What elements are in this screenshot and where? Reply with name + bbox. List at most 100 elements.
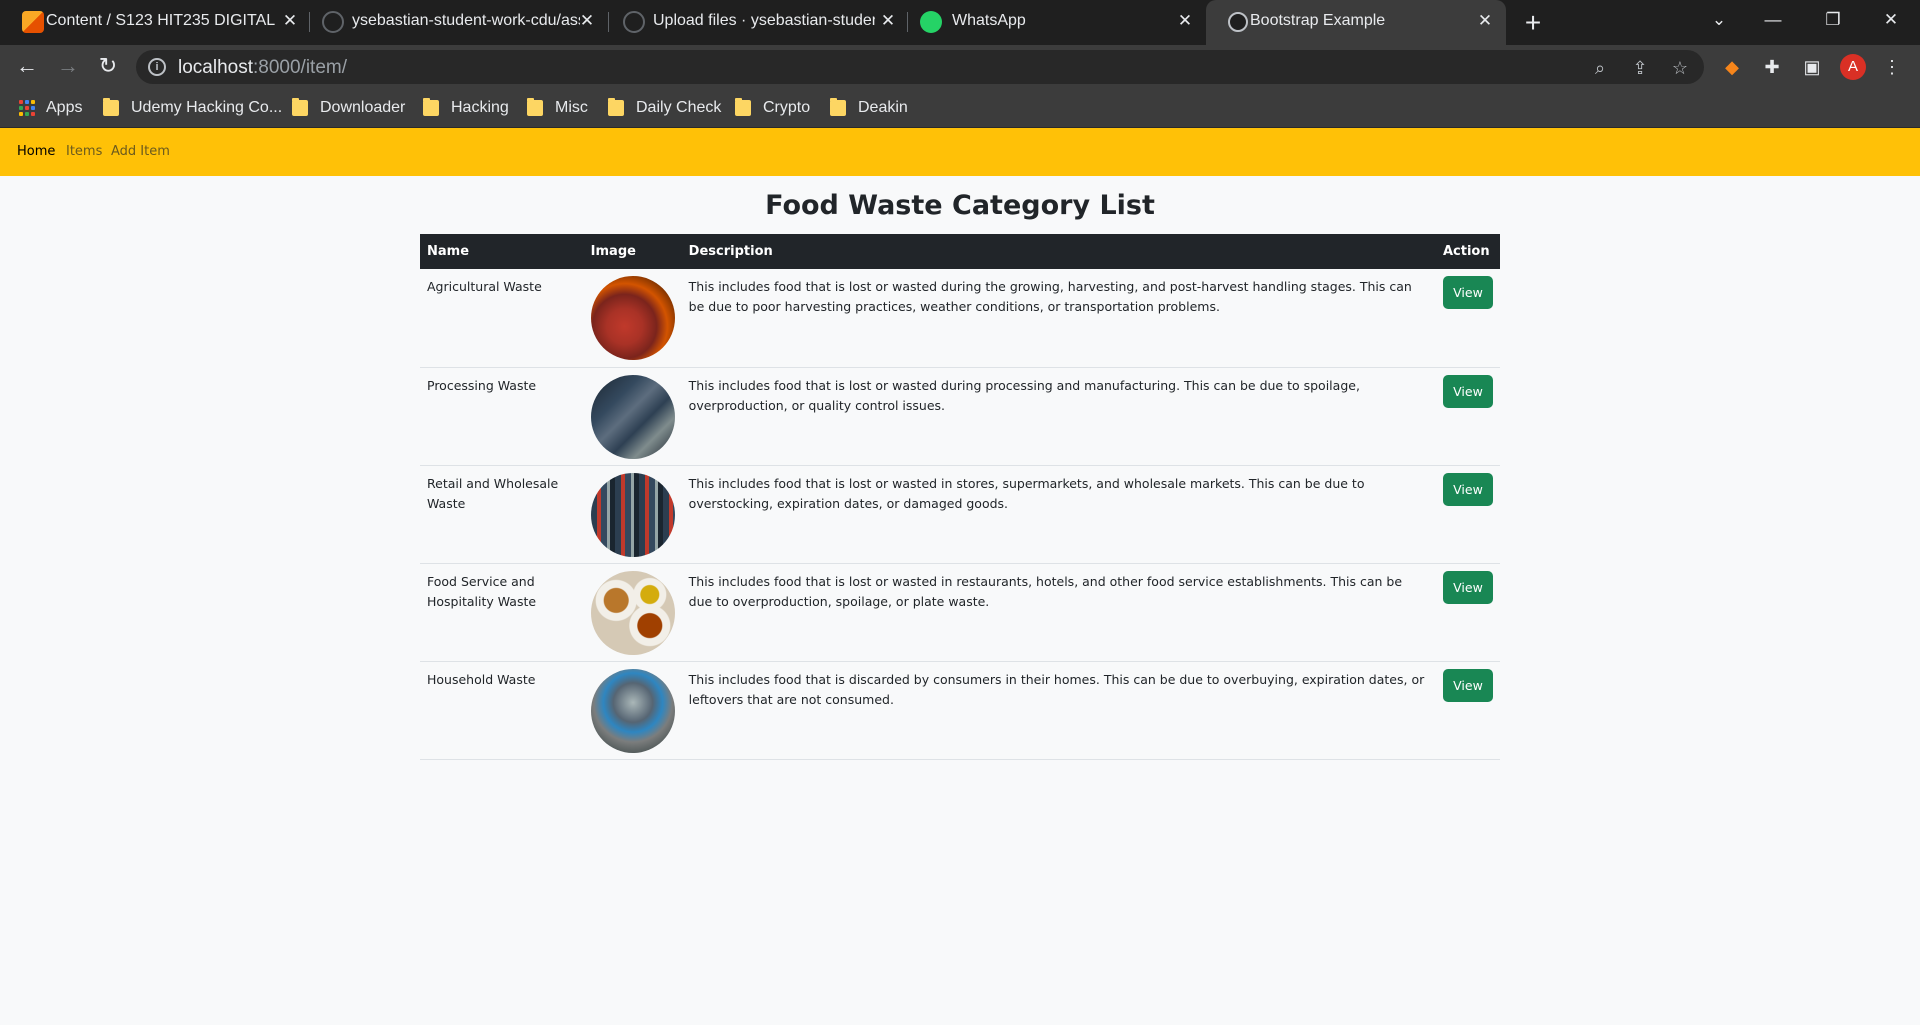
column-header-image: Image <box>583 234 682 269</box>
url-path: :8000/item/ <box>253 57 347 78</box>
row-description: This includes food that is lost or waste… <box>681 367 1436 466</box>
avatar[interactable]: A <box>1840 54 1866 80</box>
browser-tab[interactable]: Content / S123 HIT235 DIGITAL S ✕ <box>0 0 308 45</box>
tab-title: Bootstrap Example <box>1250 12 1386 29</box>
restore-button[interactable]: ❐ <box>1813 4 1853 36</box>
row-name: Food Service and Hospitality Waste <box>420 563 584 662</box>
new-tab-button[interactable]: + <box>1518 8 1548 38</box>
extensions-icon[interactable]: ✚ <box>1758 53 1786 81</box>
tab-title: Upload files · ysebastian-student <box>653 12 875 29</box>
url-host: localhost <box>178 57 253 78</box>
bookmark-apps[interactable]: Apps <box>19 95 82 121</box>
close-icon[interactable]: ✕ <box>1474 10 1496 32</box>
row-name: Retail and Wholesale Waste <box>420 465 584 564</box>
metamask-icon[interactable]: ◆ <box>1718 53 1746 81</box>
table-row: Agricultural Waste This includes food th… <box>420 269 1500 368</box>
view-button[interactable]: View <box>1442 374 1493 408</box>
close-icon[interactable]: ✕ <box>1174 10 1196 32</box>
address-bar[interactable]: i localhost:8000/item/ ⌕ ⇪ ☆ <box>136 50 1704 84</box>
folder-icon <box>735 98 751 116</box>
bookmarks-bar: Apps Udemy Hacking Co... Downloader Hack… <box>0 87 1920 128</box>
view-button[interactable]: View <box>1442 472 1493 506</box>
bookmark-folder[interactable]: Daily Check <box>608 95 721 121</box>
browser-toolbar: ← → ↻ i localhost:8000/item/ ⌕ ⇪ ☆ ◆ ✚ ▣… <box>0 45 1920 87</box>
star-icon[interactable]: ☆ <box>1668 56 1692 80</box>
folder-icon <box>830 98 846 116</box>
row-description: This includes food that is discarded by … <box>681 661 1436 760</box>
minimize-button[interactable]: — <box>1753 4 1793 36</box>
close-icon[interactable]: ✕ <box>576 10 598 32</box>
row-name: Agricultural Waste <box>420 269 584 368</box>
food-service-waste-photo <box>590 570 675 655</box>
retail-waste-photo <box>590 472 675 557</box>
d2l-icon <box>22 11 44 33</box>
view-button[interactable]: View <box>1442 668 1493 702</box>
tab-title: WhatsApp <box>952 12 1026 29</box>
browser-tab-strip: Content / S123 HIT235 DIGITAL S ✕ ysebas… <box>0 0 1920 45</box>
bookmark-label: Deakin <box>858 99 908 116</box>
side-panel-icon[interactable]: ▣ <box>1798 53 1826 81</box>
tab-title: ysebastian-student-work-cdu/ass <box>352 12 580 29</box>
share-icon[interactable]: ⇪ <box>1628 56 1652 80</box>
menu-icon[interactable]: ⋮ <box>1878 53 1906 81</box>
bookmark-folder[interactable]: Downloader <box>292 95 405 121</box>
bookmark-label: Hacking <box>451 99 509 116</box>
back-button[interactable]: ← <box>11 50 43 82</box>
whatsapp-icon <box>920 11 942 33</box>
bookmark-folder[interactable]: Misc <box>527 95 588 121</box>
folder-icon <box>292 98 308 116</box>
browser-tab[interactable]: ysebastian-student-work-cdu/ass ✕ <box>310 0 608 45</box>
info-icon[interactable]: i <box>148 58 166 76</box>
chevron-down-icon[interactable]: ⌄ <box>1699 4 1739 36</box>
apps-icon <box>19 99 36 117</box>
column-header-description: Description <box>681 234 1436 269</box>
folder-icon <box>527 98 543 116</box>
nav-link-items[interactable]: Items <box>66 144 102 159</box>
table-row: Retail and Wholesale Waste This includes… <box>420 465 1500 564</box>
folder-icon <box>608 98 624 116</box>
close-icon[interactable]: ✕ <box>877 10 899 32</box>
bookmark-label: Downloader <box>320 99 406 116</box>
view-button[interactable]: View <box>1442 276 1493 309</box>
url-text[interactable]: localhost:8000/item/ <box>178 57 347 79</box>
folder-icon <box>103 98 119 116</box>
household-waste-photo <box>590 668 675 753</box>
row-description: This includes food that is lost or waste… <box>681 465 1436 564</box>
agricultural-waste-photo <box>590 276 675 360</box>
bookmark-folder[interactable]: Crypto <box>735 95 810 121</box>
close-icon[interactable]: ✕ <box>279 10 301 32</box>
bookmark-folder[interactable]: Udemy Hacking Co... <box>103 95 282 121</box>
view-button[interactable]: View <box>1442 570 1493 604</box>
forward-button[interactable]: → <box>52 50 84 82</box>
browser-tab-active[interactable]: Bootstrap Example ✕ <box>1206 0 1506 45</box>
reload-button[interactable]: ↻ <box>92 50 124 82</box>
tab-title: Content / S123 HIT235 DIGITAL S <box>46 12 276 29</box>
processing-waste-photo <box>590 374 675 459</box>
browser-tab[interactable]: Upload files · ysebastian-student ✕ <box>609 0 907 45</box>
table-row: Household Waste This includes food that … <box>420 661 1500 760</box>
bookmark-label: Udemy Hacking Co... <box>131 99 283 116</box>
row-name: Household Waste <box>420 661 584 760</box>
nav-link-add-item[interactable]: Add Item <box>111 144 170 159</box>
github-icon <box>623 11 645 33</box>
page-title: Food Waste Category List <box>765 190 1155 221</box>
row-description: This includes food that is lost or waste… <box>681 563 1436 662</box>
bookmark-label: Apps <box>46 99 83 116</box>
nav-link-home[interactable]: Home <box>17 144 55 159</box>
table-header-row: Name Image Description Action <box>420 234 1500 269</box>
bookmark-label: Crypto <box>763 99 811 116</box>
globe-icon <box>1228 12 1248 32</box>
column-header-action: Action <box>1435 234 1500 269</box>
row-name: Processing Waste <box>420 367 584 466</box>
browser-tab[interactable]: WhatsApp ✕ <box>908 0 1206 45</box>
bookmark-folder[interactable]: Hacking <box>423 95 509 121</box>
zoom-icon[interactable]: ⌕ <box>1588 56 1612 80</box>
folder-icon <box>423 98 439 116</box>
table-row: Food Service and Hospitality Waste This … <box>420 563 1500 662</box>
column-header-name: Name <box>420 234 584 269</box>
github-icon <box>322 11 344 33</box>
category-table: Name Image Description Action Agricultur… <box>420 234 1500 760</box>
close-window-button[interactable]: ✕ <box>1871 4 1911 36</box>
bookmark-folder[interactable]: Deakin <box>830 95 908 121</box>
bookmark-label: Misc <box>555 99 588 116</box>
